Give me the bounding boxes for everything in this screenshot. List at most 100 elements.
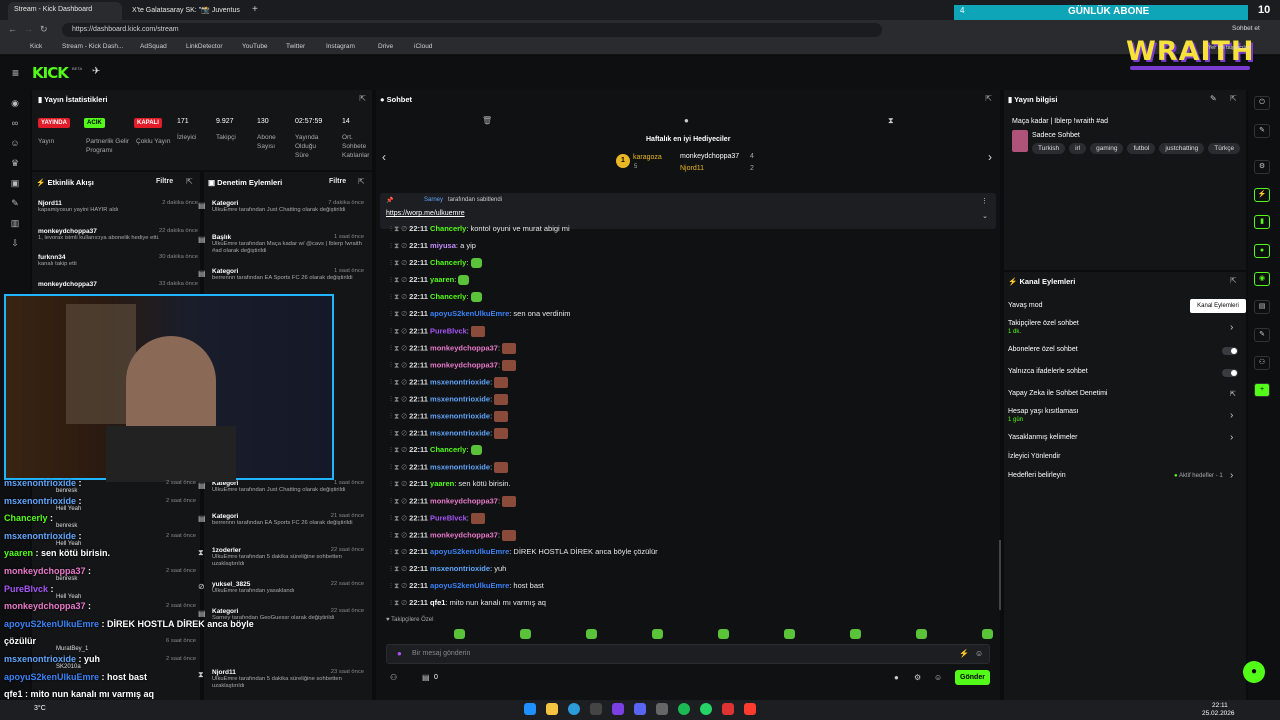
chat-username[interactable]: monkeydchoppa37 — [430, 530, 498, 539]
followers-only-row[interactable]: Takipçilere özel sohbet — [1008, 320, 1079, 327]
chat-username[interactable]: monkeydchoppa37 — [430, 496, 498, 505]
message-actions-icon[interactable]: ⫶ ⧗ ⊘ — [390, 326, 407, 335]
chat-username[interactable]: apoyuS2kenUlkuEmre — [430, 581, 509, 590]
chat-username[interactable]: msxenontrioxide — [430, 411, 490, 420]
expand-icon[interactable]: ⇱ — [1230, 94, 1237, 103]
wrench-icon[interactable]: ✎ — [1254, 328, 1270, 342]
chat-username[interactable]: msxenontrioxide — [430, 428, 490, 437]
chat-username[interactable]: msxenontrioxide — [430, 564, 490, 573]
chat-extension-label[interactable]: Sohbet et — [1232, 25, 1260, 32]
power-icon[interactable]: ⏻ — [1254, 96, 1270, 110]
file-explorer-icon[interactable] — [546, 703, 558, 715]
chat-settings-icon[interactable]: ● — [894, 673, 899, 682]
menu-icon[interactable]: ≡ — [12, 66, 19, 80]
message-actions-icon[interactable]: ⫶ ⧗ ⊘ — [390, 360, 407, 369]
chat-icon[interactable]: ● — [1254, 244, 1270, 258]
obs-icon[interactable] — [744, 703, 756, 715]
chat-username[interactable]: Chancerly — [430, 292, 466, 301]
discord-icon[interactable] — [634, 703, 646, 715]
chat-username[interactable]: PureBlvck — [430, 326, 467, 335]
edit-icon[interactable]: ✎ — [1210, 94, 1217, 103]
chat-username[interactable]: Chancerly — [430, 445, 466, 454]
emotes-only-row[interactable]: Yalnızca ifadelerle sohbet — [1008, 368, 1088, 375]
message-actions-icon[interactable]: ⫶ ⧗ ⊘ — [390, 564, 407, 573]
message-actions-icon[interactable]: ⫶ ⧗ ⊘ — [390, 275, 407, 284]
download-icon[interactable]: ⇩ — [9, 238, 21, 250]
bookmark[interactable]: LinkDetector — [186, 43, 223, 50]
bookmark[interactable]: Twitter — [286, 43, 305, 50]
chat-username[interactable]: apoyuS2kenUlkuEmre — [430, 547, 509, 556]
message-actions-icon[interactable]: ⫶ ⧗ ⊘ — [390, 513, 407, 522]
chat-bubble-icon[interactable]: ● — [684, 116, 689, 125]
set-goals-row[interactable]: Hedefleri belirleyin — [1008, 472, 1066, 479]
bookmark[interactable]: Drive — [378, 43, 393, 50]
chat-scrollbar[interactable] — [999, 540, 1001, 610]
channel-actions-icon[interactable]: ▤ — [1254, 300, 1270, 314]
message-actions-icon[interactable]: ⫶ ⧗ ⊘ — [390, 479, 407, 488]
message-actions-icon[interactable]: ⫶ ⧗ ⊘ — [390, 530, 407, 539]
slow-mode-row[interactable]: Yavaş mod — [1008, 302, 1043, 309]
moderation-filter-button[interactable]: Filtre — [329, 178, 346, 185]
chat-username[interactable]: yaaren — [430, 275, 454, 284]
account-age-row[interactable]: Hesap yaşı kısıtlaması — [1008, 408, 1078, 415]
expand-icon[interactable]: ⇱ — [186, 177, 193, 186]
chat-username[interactable]: monkeydchoppa37 — [430, 360, 498, 369]
emote-icon[interactable]: ☺ — [934, 673, 942, 682]
trophy-icon[interactable]: ♛ — [9, 158, 21, 170]
ai-moderation-row[interactable]: Yapay Zeka ile Sohbet Denetimi — [1008, 390, 1107, 397]
chat-username[interactable]: qfe1 — [430, 598, 445, 607]
kick-logo[interactable]: KICK — [32, 64, 69, 82]
browser-tab[interactable]: X'te Galatasaray SK: "📸 Juventus — [126, 2, 246, 20]
external-link-icon[interactable]: ⇱ — [1230, 390, 1236, 398]
expand-icon[interactable]: ⇱ — [985, 94, 992, 103]
back-icon[interactable]: ← — [8, 24, 17, 34]
add-widget-icon[interactable]: + — [1254, 383, 1270, 397]
collapse-icon[interactable]: ⌄ — [982, 212, 988, 220]
trash-icon[interactable]: 🗑 — [482, 116, 492, 125]
prev-arrow-icon[interactable]: ‹ — [382, 150, 386, 164]
quick-emote[interactable] — [982, 629, 993, 639]
expand-icon[interactable]: ⇱ — [358, 177, 365, 186]
emotes-only-toggle[interactable] — [1222, 369, 1238, 377]
video-icon[interactable]: ▣ — [9, 178, 21, 190]
chat-username[interactable]: msxenontrioxide — [430, 394, 490, 403]
chevron-right-icon[interactable]: › — [1230, 470, 1233, 481]
message-actions-icon[interactable]: ⫶ ⧗ ⊘ — [390, 547, 407, 556]
whatsapp-icon[interactable] — [700, 703, 712, 715]
quick-emote[interactable] — [718, 629, 729, 639]
chevron-right-icon[interactable]: › — [1230, 432, 1233, 443]
message-actions-icon[interactable]: ⫶ ⧗ ⊘ — [390, 411, 407, 420]
message-actions-icon[interactable]: ⫶ ⧗ ⊘ — [390, 292, 407, 301]
quick-emote[interactable] — [586, 629, 597, 639]
lightning-icon[interactable]: ⚡ — [1254, 188, 1270, 202]
users-icon[interactable]: ⚇ — [390, 673, 397, 682]
bookmark[interactable]: YouTube — [242, 43, 268, 50]
message-actions-icon[interactable]: ⫶ ⧗ ⊘ — [390, 377, 407, 386]
message-actions-icon[interactable]: ⫶ ⧗ ⊘ — [390, 309, 407, 318]
message-actions-icon[interactable]: ⫶ ⧗ ⊘ — [390, 581, 407, 590]
shield-icon[interactable]: ▮ — [1254, 215, 1270, 229]
chat-input[interactable]: ● Bir mesaj gönderin ⚡ ☺ — [386, 644, 990, 664]
next-arrow-icon[interactable]: › — [988, 150, 992, 164]
url-input[interactable]: https://dashboard.kick.com/stream — [62, 23, 882, 37]
reload-icon[interactable]: ↻ — [40, 24, 48, 35]
chat-username[interactable]: monkeydchoppa37 — [430, 343, 498, 352]
emoji-icon[interactable]: ☺ — [975, 649, 983, 658]
browser-icon[interactable] — [568, 703, 580, 715]
chat-username[interactable]: msxenontrioxide — [430, 462, 490, 471]
subscribers-only-row[interactable]: Abonelere özel sohbet — [1008, 346, 1078, 353]
gear-icon[interactable]: ⚙ — [914, 673, 921, 682]
message-actions-icon[interactable]: ⫶ ⧗ ⊘ — [390, 428, 407, 437]
windows-start-icon[interactable] — [524, 703, 536, 715]
quick-emote[interactable] — [454, 629, 465, 639]
bookmark[interactable]: AdSquad — [140, 43, 167, 50]
quick-emote[interactable] — [652, 629, 663, 639]
broadcast-icon[interactable]: ◉ — [1254, 272, 1270, 286]
banned-words-row[interactable]: Yasaklanmış kelimeler — [1008, 434, 1078, 441]
spotify-icon[interactable] — [678, 703, 690, 715]
quick-emote[interactable] — [850, 629, 861, 639]
quick-emote[interactable] — [916, 629, 927, 639]
support-chat-icon[interactable]: ● — [1243, 661, 1265, 683]
bookmark[interactable]: Kick — [30, 43, 42, 50]
chat-username[interactable]: PureBlvck — [430, 513, 467, 522]
